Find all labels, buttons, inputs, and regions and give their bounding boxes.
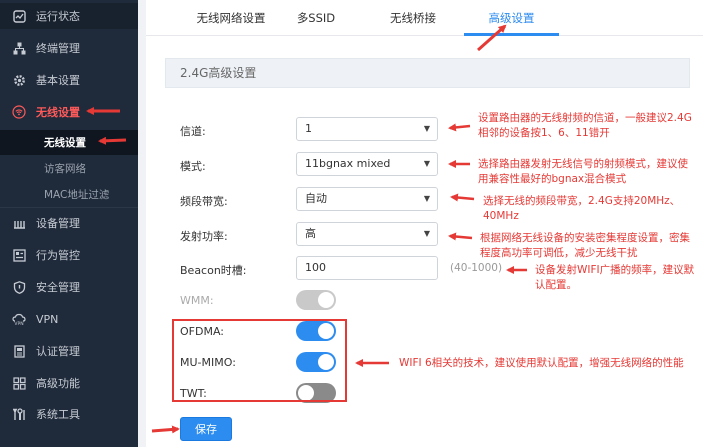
- tab-bar: 无线网络设置 多SSID 无线桥接 高级设置: [146, 0, 703, 36]
- tab-wireless-bridge[interactable]: 无线桥接: [378, 0, 448, 36]
- gear-icon: [12, 73, 26, 87]
- sidebar-item-advanced[interactable]: 高级功能: [0, 370, 138, 396]
- note-line: 用兼容性最好的bgnax混合模式: [478, 173, 627, 185]
- wmm-toggle: [296, 290, 336, 310]
- note-line: 40MHz: [483, 210, 519, 222]
- sidebar-item-tools[interactable]: 系统工具: [0, 401, 138, 427]
- wifi6-highlight-box: [172, 319, 347, 402]
- sidebar-item-label: 设备管理: [36, 217, 80, 230]
- channel-label: 信道:: [180, 125, 206, 138]
- section-title: 2.4G高级设置: [165, 58, 690, 88]
- wmm-label: WMM:: [180, 294, 214, 307]
- mode-note: 选择路由器发射无线信号的射频模式，建议使 用兼容性最好的bgnax混合模式: [478, 157, 688, 187]
- note-line: 选择无线的频段带宽，2.4G支持20MHz、: [483, 195, 681, 207]
- grid-icon: [12, 376, 26, 390]
- mode-value: 11bgnax mixed: [305, 157, 391, 170]
- sidebar-item-device[interactable]: 设备管理: [0, 210, 138, 236]
- mode-select[interactable]: 11bgnax mixed ▼: [296, 152, 438, 176]
- note-line: 设备发射WIFI广播的频率，建议默: [535, 264, 695, 276]
- chevron-down-icon: ▼: [423, 194, 430, 203]
- sidebar-subitem-guest-network[interactable]: 访客网络: [0, 156, 138, 181]
- note-line: 认配置。: [535, 279, 577, 291]
- save-button[interactable]: 保存: [180, 417, 232, 441]
- device-icon: [12, 216, 26, 230]
- channel-value: 1: [305, 122, 312, 135]
- sidebar-item-behavior[interactable]: 行为管控: [0, 242, 138, 268]
- chevron-down-icon: ▼: [423, 229, 430, 238]
- sidebar-item-label: 系统工具: [36, 408, 80, 421]
- power-note: 根据网络无线设备的安装密集程度设置，密集 程度高功率可调低，减少无线干扰: [480, 231, 690, 261]
- tab-advanced[interactable]: 高级设置: [464, 0, 559, 36]
- note-line: 选择路由器发射无线信号的射频模式，建议使: [478, 158, 688, 170]
- beacon-note: 设备发射WIFI广播的频率，建议默 认配置。: [535, 263, 694, 293]
- sidebar-item-security[interactable]: 安全管理: [0, 274, 138, 300]
- beacon-range-hint: (40-1000): [450, 262, 503, 274]
- svg-text:VPN: VPN: [14, 321, 23, 326]
- sidebar: 运行状态 终端管理 基本设置 无线设置 无线设置 访客网络 MAC地址过滤 设备…: [0, 0, 138, 447]
- mode-label: 模式:: [180, 160, 206, 173]
- tab-wireless-network[interactable]: 无线网络设置: [176, 0, 286, 36]
- sidebar-item-status[interactable]: 运行状态: [0, 3, 138, 29]
- beacon-input[interactable]: 100: [296, 256, 438, 280]
- sidebar-item-label: 无线设置: [36, 106, 80, 119]
- sidebar-item-label: 基本设置: [36, 74, 80, 87]
- sidebar-item-label: 行为管控: [36, 249, 80, 262]
- wifi6-note: WIFI 6相关的技术，建议使用默认配置，增强无线网络的性能: [399, 357, 684, 369]
- sidebar-item-label: 运行状态: [36, 10, 80, 23]
- sidebar-item-wireless[interactable]: 无线设置: [0, 99, 138, 125]
- bandwidth-label: 频段带宽:: [180, 195, 228, 208]
- chevron-down-icon: ▼: [423, 159, 430, 168]
- tab-multi-ssid[interactable]: 多SSID: [286, 0, 346, 36]
- chevron-down-icon: ▼: [423, 124, 430, 133]
- behavior-icon: [12, 248, 26, 262]
- power-label: 发射功率:: [180, 230, 228, 243]
- sidebar-item-label: 终端管理: [36, 42, 80, 55]
- network-icon: [12, 41, 26, 55]
- sidebar-item-vpn[interactable]: VPN VPN: [0, 306, 138, 332]
- vpn-icon: VPN: [12, 312, 26, 326]
- dashboard-icon: [12, 9, 26, 23]
- sidebar-subitem-wireless-settings[interactable]: 无线设置: [0, 130, 138, 155]
- power-value: 高: [305, 227, 316, 240]
- sidebar-item-label: 高级功能: [36, 377, 80, 390]
- note-line: 设置路由器的无线射频的信道，一般建议2.4G: [478, 112, 692, 124]
- bandwidth-note: 选择无线的频段带宽，2.4G支持20MHz、 40MHz: [483, 194, 680, 224]
- note-line: 根据网络无线设备的安装密集程度设置，密集: [480, 232, 690, 244]
- power-select[interactable]: 高 ▼: [296, 222, 438, 246]
- note-line: 相邻的设备按1、6、11错开: [478, 127, 610, 139]
- sidebar-subitem-mac-filter[interactable]: MAC地址过滤: [0, 182, 138, 207]
- content-gutter: [138, 0, 146, 447]
- auth-icon: [12, 344, 26, 358]
- bandwidth-select[interactable]: 自动 ▼: [296, 187, 438, 211]
- wifi-icon: [12, 105, 26, 119]
- sidebar-item-label: VPN: [36, 312, 59, 326]
- sidebar-item-auth[interactable]: 认证管理: [0, 338, 138, 364]
- shield-icon: [12, 280, 26, 294]
- bandwidth-value: 自动: [305, 192, 327, 205]
- beacon-label: Beacon时槽:: [180, 264, 247, 277]
- tools-icon: [12, 407, 26, 421]
- channel-select[interactable]: 1 ▼: [296, 117, 438, 141]
- channel-note: 设置路由器的无线射频的信道，一般建议2.4G 相邻的设备按1、6、11错开: [478, 111, 692, 141]
- sidebar-item-label: 认证管理: [36, 345, 80, 358]
- sidebar-item-terminal[interactable]: 终端管理: [0, 35, 138, 61]
- note-line: 程度高功率可调低，减少无线干扰: [480, 247, 638, 259]
- sidebar-item-label: 安全管理: [36, 281, 80, 294]
- sidebar-divider: [0, 207, 138, 208]
- sidebar-item-basic[interactable]: 基本设置: [0, 67, 138, 93]
